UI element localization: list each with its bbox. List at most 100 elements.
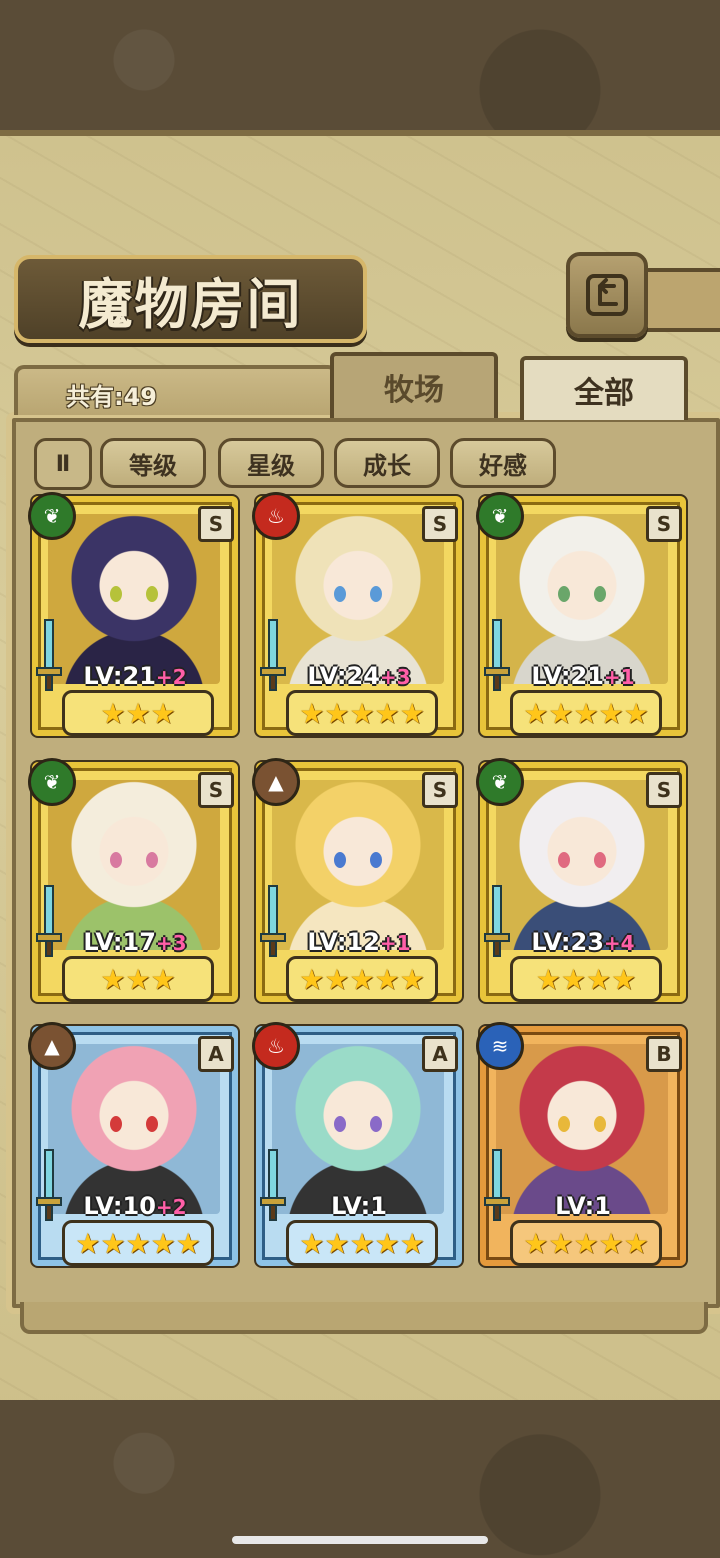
- count-bar: 共有:49: [14, 365, 338, 415]
- monster-card[interactable]: ❦ S LV:23+4 ★★★★: [476, 758, 690, 1006]
- monster-card[interactable]: ♨ A LV:1 ★★★★★: [252, 1022, 466, 1270]
- monster-card[interactable]: ▲ A LV:10+2 ★★★★★: [28, 1022, 242, 1270]
- level-bonus: +3: [379, 665, 411, 689]
- back-rail: [640, 268, 720, 332]
- monster-card[interactable]: ❦ S LV:21+1 ★★★★★: [476, 492, 690, 740]
- level-label: LV:12+1: [256, 928, 462, 956]
- level-value: LV:17: [83, 928, 156, 956]
- monster-card[interactable]: ≋ B LV:1 ★★★★★: [476, 1022, 690, 1270]
- level-label: LV:17+3: [32, 928, 238, 956]
- mountain-icon: ▲: [28, 1022, 76, 1070]
- monster-card[interactable]: ▲ S LV:12+1 ★★★★★: [252, 758, 466, 1006]
- monster-grid: ❦ S LV:21+2 ★★★ ♨ S LV:24+3 ★★★★★ ❦ S LV:21+1 ★★★★★…: [28, 492, 692, 1276]
- star-rating: ★★★★★: [510, 1220, 662, 1266]
- eye: [334, 586, 346, 602]
- star-rating: ★★★★★: [286, 1220, 438, 1266]
- monster-portrait: [496, 780, 668, 950]
- leaf-icon: ❦: [476, 758, 524, 806]
- eye: [594, 852, 606, 868]
- star-rating: ★★★★★: [510, 690, 662, 736]
- fire-icon: ♨: [252, 492, 300, 540]
- level-value: LV:24: [307, 662, 380, 690]
- title-plate: 魔物房间: [14, 255, 367, 343]
- rank-badge: A: [422, 1036, 458, 1072]
- eye: [334, 1116, 346, 1132]
- eye: [558, 1116, 570, 1132]
- level-label: LV:1: [256, 1192, 462, 1220]
- monster-portrait: [272, 1044, 444, 1214]
- eye: [370, 1116, 382, 1132]
- page-title: 魔物房间: [78, 272, 303, 336]
- monster-portrait: [272, 780, 444, 950]
- back-arrow-icon: [586, 274, 628, 316]
- level-value: LV:21: [83, 662, 156, 690]
- level-bonus: +1: [603, 665, 635, 689]
- rank-badge: S: [422, 772, 458, 808]
- star-rating: ★★★: [62, 956, 214, 1002]
- level-label: LV:21+2: [32, 662, 238, 690]
- eye: [110, 1116, 122, 1132]
- leaf-icon: ❦: [476, 492, 524, 540]
- eye: [370, 586, 382, 602]
- eye: [110, 586, 122, 602]
- monster-card[interactable]: ❦ S LV:17+3 ★★★: [28, 758, 242, 1006]
- level-label: LV:24+3: [256, 662, 462, 690]
- filter-level-button[interactable]: 等级: [100, 438, 206, 488]
- eye: [334, 852, 346, 868]
- level-bonus: +2: [155, 1195, 187, 1219]
- rank-badge: A: [198, 1036, 234, 1072]
- monster-portrait: [496, 514, 668, 684]
- eye: [558, 586, 570, 602]
- mountain-icon: ▲: [252, 758, 300, 806]
- level-value: LV:12: [307, 928, 380, 956]
- back-button[interactable]: [566, 252, 648, 338]
- tab-all[interactable]: 全部: [520, 356, 688, 420]
- monster-portrait: [48, 780, 220, 950]
- star-rating: ★★★★★: [286, 690, 438, 736]
- sort-order-toggle[interactable]: Ⅱ: [34, 438, 92, 490]
- monster-portrait: [496, 1044, 668, 1214]
- monster-card[interactable]: ♨ S LV:24+3 ★★★★★: [252, 492, 466, 740]
- star-rating: ★★★★★: [62, 1220, 214, 1266]
- eye: [146, 586, 158, 602]
- level-bonus: +4: [603, 931, 635, 955]
- level-value: LV:1: [555, 1192, 611, 1220]
- tab-ranch[interactable]: 牧场: [330, 352, 498, 418]
- level-value: LV:1: [331, 1192, 387, 1220]
- eye: [558, 852, 570, 868]
- rank-badge: S: [646, 506, 682, 542]
- rank-badge: S: [198, 506, 234, 542]
- level-bonus: +2: [155, 665, 187, 689]
- monster-portrait: [48, 514, 220, 684]
- eye: [370, 852, 382, 868]
- home-indicator[interactable]: [232, 1536, 488, 1544]
- filter-growth-button[interactable]: 成长: [334, 438, 440, 488]
- eye: [594, 1116, 606, 1132]
- level-value: LV:23: [531, 928, 604, 956]
- rank-badge: S: [198, 772, 234, 808]
- star-rating: ★★★★: [510, 956, 662, 1002]
- filter-star-button[interactable]: 星级: [218, 438, 324, 488]
- rank-badge: S: [646, 772, 682, 808]
- rank-badge: B: [646, 1036, 682, 1072]
- level-bonus: +1: [379, 931, 411, 955]
- rank-badge: S: [422, 506, 458, 542]
- level-label: LV:23+4: [480, 928, 686, 956]
- leaf-icon: ❦: [28, 758, 76, 806]
- filter-affection-button[interactable]: 好感: [450, 438, 556, 488]
- monster-card[interactable]: ❦ S LV:21+2 ★★★: [28, 492, 242, 740]
- eye: [594, 586, 606, 602]
- eye: [146, 852, 158, 868]
- level-value: LV:10: [83, 1192, 156, 1220]
- level-value: LV:21: [531, 662, 604, 690]
- level-label: LV:10+2: [32, 1192, 238, 1220]
- eye: [146, 1116, 158, 1132]
- fire-icon: ♨: [252, 1022, 300, 1070]
- level-label: LV:21+1: [480, 662, 686, 690]
- level-label: LV:1: [480, 1192, 686, 1220]
- monster-count: 共有:49: [66, 383, 157, 411]
- eye: [110, 852, 122, 868]
- star-rating: ★★★★★: [286, 956, 438, 1002]
- star-rating: ★★★: [62, 690, 214, 736]
- level-bonus: +3: [155, 931, 187, 955]
